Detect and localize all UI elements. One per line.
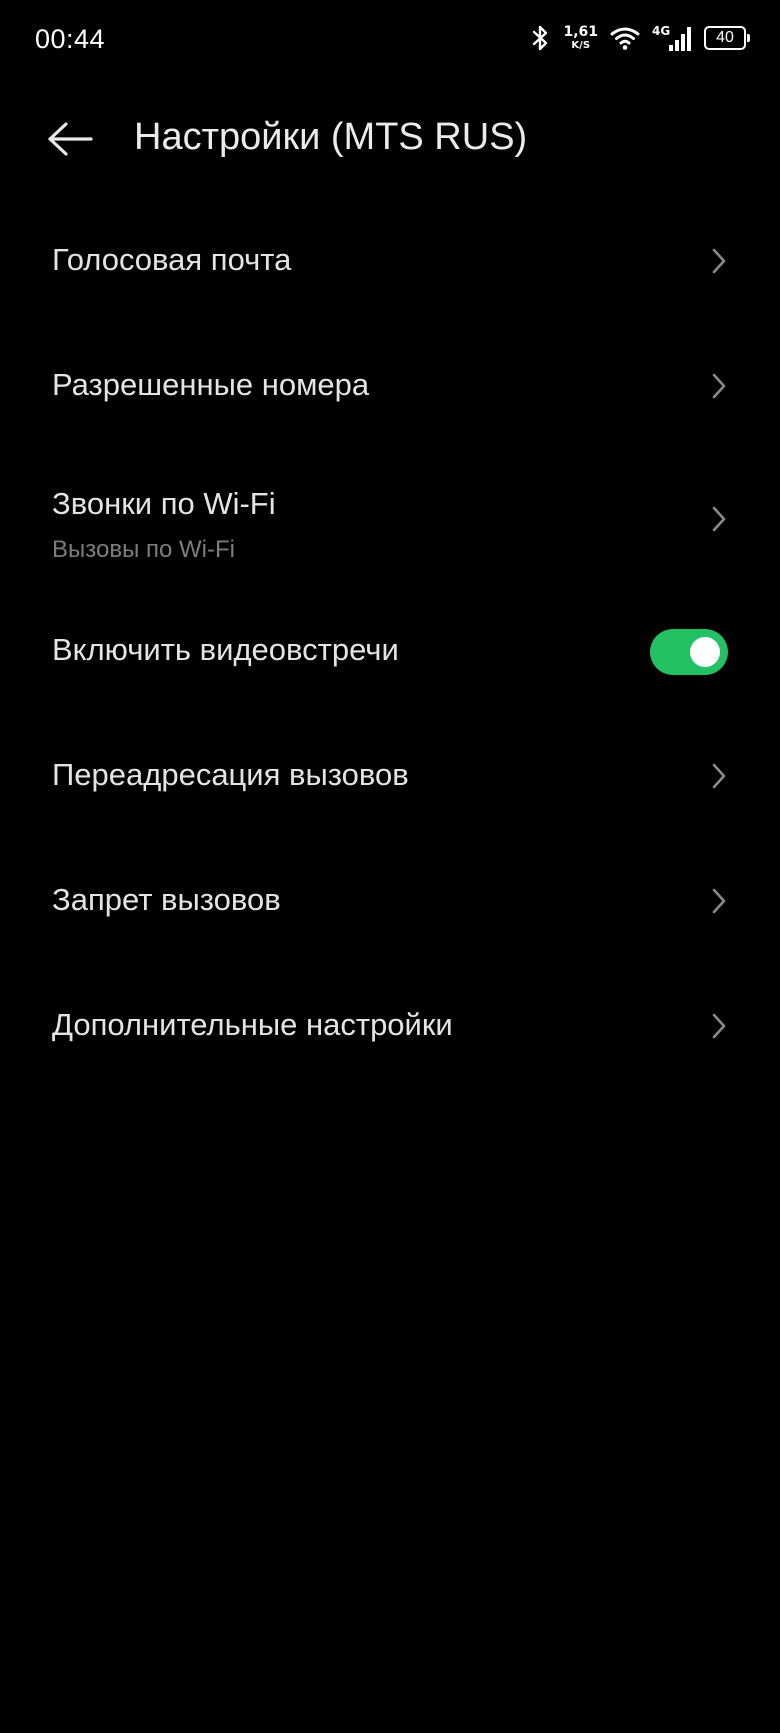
settings-item-label: Запрет вызовов: [52, 882, 281, 917]
settings-item-label: Включить видеовстречи: [52, 632, 399, 667]
chevron-right-icon: [712, 763, 726, 789]
wifi-icon: [610, 27, 640, 50]
settings-item-additional-settings[interactable]: Дополнительные настройки: [0, 965, 780, 1090]
network-speed-unit: K/S: [571, 40, 591, 51]
back-button[interactable]: [40, 114, 100, 164]
settings-item-label: Голосовая почта: [52, 242, 292, 277]
settings-item-label: Разрешенные номера: [52, 367, 370, 402]
chevron-right-icon: [712, 888, 726, 914]
network-speed: 1,61 K/S: [563, 25, 598, 51]
battery-icon: 40: [704, 26, 750, 50]
settings-item-label: Дополнительные настройки: [52, 1007, 453, 1042]
status-icons: 1,61 K/S 4G 40: [519, 22, 750, 54]
settings-item-video-calls[interactable]: Включить видеовстречи: [0, 590, 780, 715]
status-bar: 00:44 1,61 K/S 4G 40: [0, 0, 780, 80]
arrow-left-icon: [48, 122, 93, 156]
toggle-knob: [690, 637, 720, 667]
chevron-right-icon: [712, 373, 726, 399]
page-title: Настройки (MTS RUS): [134, 116, 528, 158]
app-header: Настройки (MTS RUS): [0, 100, 780, 180]
chevron-right-icon: [712, 248, 726, 274]
settings-item-label: Звонки по Wi-Fi: [52, 486, 276, 521]
settings-item-label: Переадресация вызовов: [52, 757, 409, 792]
battery-level: 40: [716, 29, 734, 46]
chevron-right-icon: [712, 506, 726, 532]
settings-item-wifi-calling[interactable]: Звонки по Wi-Fi Вызовы по Wi-Fi: [0, 450, 780, 590]
settings-item-voicemail[interactable]: Голосовая почта: [0, 200, 780, 325]
network-speed-value: 1,61: [563, 24, 598, 40]
chevron-right-icon: [712, 1013, 726, 1039]
cellular-signal-icon: 4G: [652, 24, 691, 51]
settings-list: Голосовая почта Разрешенные номера Звонк…: [0, 200, 780, 1090]
status-time: 00:44: [35, 24, 106, 54]
video-calls-toggle[interactable]: [650, 629, 728, 675]
bluetooth-icon: [533, 25, 548, 51]
settings-item-subtitle: Вызовы по Wi-Fi: [52, 536, 235, 563]
network-type-label: 4G: [652, 24, 670, 38]
settings-item-call-barring[interactable]: Запрет вызовов: [0, 840, 780, 965]
settings-item-fixed-dialing[interactable]: Разрешенные номера: [0, 325, 780, 450]
settings-item-call-forwarding[interactable]: Переадресация вызовов: [0, 715, 780, 840]
